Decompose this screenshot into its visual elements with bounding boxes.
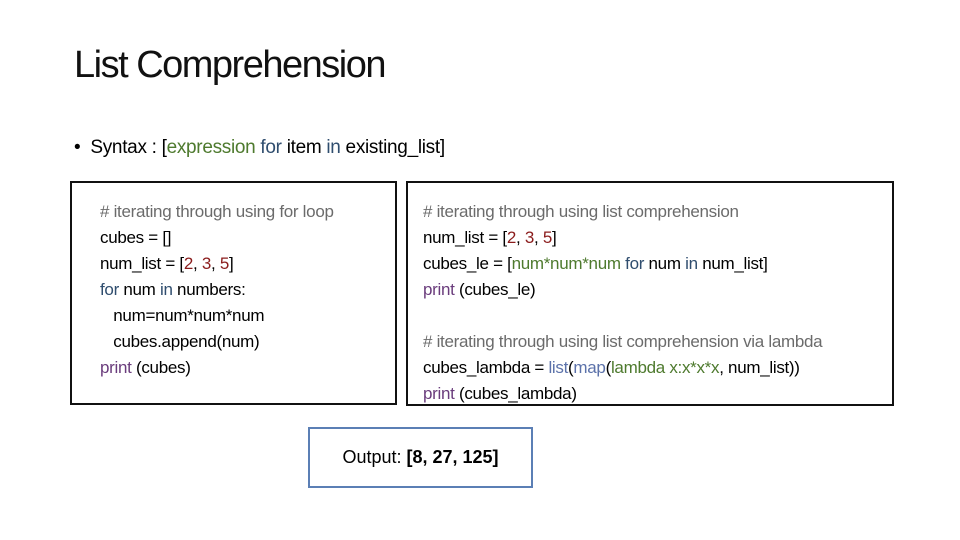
- code-token-number: 5: [219, 254, 229, 273]
- code-line: cubes.append(num): [100, 329, 395, 355]
- list-comprehension-code-box: # iterating through using list comprehen…: [406, 181, 894, 406]
- code-token-text: num: [644, 254, 686, 273]
- code-token-builtin: print: [423, 280, 455, 299]
- code-token-comment: # iterating through using for loop: [100, 202, 334, 221]
- code-line: cubes_lambda = list(map(lambda x:x*x*x, …: [423, 355, 892, 381]
- output-value: [8, 27, 125]: [406, 447, 499, 467]
- code-line: cubes_le = [num*num*num for num in num_l…: [423, 251, 892, 277]
- code-token-text: ,: [515, 228, 525, 247]
- code-token-keyword: for: [625, 254, 645, 273]
- code-token-text: num: [118, 280, 160, 299]
- code-token-text: num=num*num*num: [100, 306, 265, 325]
- code-line: # iterating through using for loop: [100, 199, 395, 225]
- code-line: cubes = []: [100, 225, 395, 251]
- code-token-keyword: in: [685, 254, 698, 273]
- syntax-for: for: [255, 137, 287, 158]
- code-token-text: , num_list)): [719, 358, 800, 377]
- code-line: num_list = [2, 3, 5]: [423, 225, 892, 251]
- code-token-text: cubes_le = [: [423, 254, 512, 273]
- code-token-number: 5: [542, 228, 552, 247]
- code-token-number: 2: [506, 228, 516, 247]
- syntax-item: item: [286, 137, 322, 158]
- code-line: # iterating through using list comprehen…: [423, 199, 892, 225]
- code-token-func: list: [548, 358, 569, 377]
- code-token-text: (cubes): [131, 358, 191, 377]
- output-box: Output: [8, 27, 125]: [308, 427, 533, 488]
- code-token-text: cubes_lambda =: [423, 358, 549, 377]
- code-token-text: (cubes_lambda): [454, 384, 577, 403]
- syntax-in: in: [321, 137, 346, 158]
- code-token-text: ]: [229, 254, 234, 273]
- code-token-text: numbers:: [172, 280, 246, 299]
- bullet-dot: •: [74, 137, 81, 158]
- code-token-text: ,: [192, 254, 202, 273]
- code-token-number: 3: [524, 228, 534, 247]
- code-line: num=num*num*num: [100, 303, 395, 329]
- code-token-text: (cubes_le): [454, 280, 536, 299]
- code-token-builtin: print: [100, 358, 132, 377]
- code-token-text: ,: [533, 228, 543, 247]
- code-line: # iterating through using list comprehen…: [423, 329, 892, 355]
- code-token-text: cubes.append(num): [100, 332, 260, 351]
- code-line: print (cubes_lambda): [423, 381, 892, 407]
- code-token-text: cubes = []: [100, 228, 172, 247]
- code-token-keyword: in: [159, 280, 173, 299]
- code-token-number: 3: [201, 254, 211, 273]
- code-token-builtin: print: [423, 384, 455, 403]
- code-token-keyword: for: [100, 280, 119, 299]
- output-label: Output:: [342, 447, 402, 467]
- code-token-text: ,: [210, 254, 220, 273]
- code-line: [423, 303, 892, 329]
- code-token-expr: lambda x:x*x*x: [610, 358, 720, 377]
- code-token-comment: # iterating through using list comprehen…: [423, 332, 823, 351]
- code-line: print (cubes_le): [423, 277, 892, 303]
- code-token-text: num_list]: [697, 254, 768, 273]
- syntax-expression: expression: [166, 137, 256, 158]
- code-line: print (cubes): [100, 355, 395, 381]
- code-token-text: num_list = [: [423, 228, 507, 247]
- code-line: num_list = [2, 3, 5]: [100, 251, 395, 277]
- code-token-comment: # iterating through using list comprehen…: [423, 202, 739, 221]
- syntax-bullet: • Syntax : [expression for item in existi…: [74, 137, 445, 159]
- syntax-prefix: Syntax : [: [90, 137, 167, 158]
- for-loop-code-box: # iterating through using for loop cubes …: [70, 181, 397, 405]
- syntax-rest: existing_list]: [345, 137, 446, 158]
- code-token-text: ]: [552, 228, 557, 247]
- code-token-text: num_list = [: [100, 254, 184, 273]
- code-token-number: 2: [183, 254, 193, 273]
- code-token-func: map: [573, 358, 606, 377]
- code-line: for num in numbers:: [100, 277, 395, 303]
- slide-title: List Comprehension: [74, 44, 386, 86]
- code-token-expr: num*num*num: [511, 254, 626, 273]
